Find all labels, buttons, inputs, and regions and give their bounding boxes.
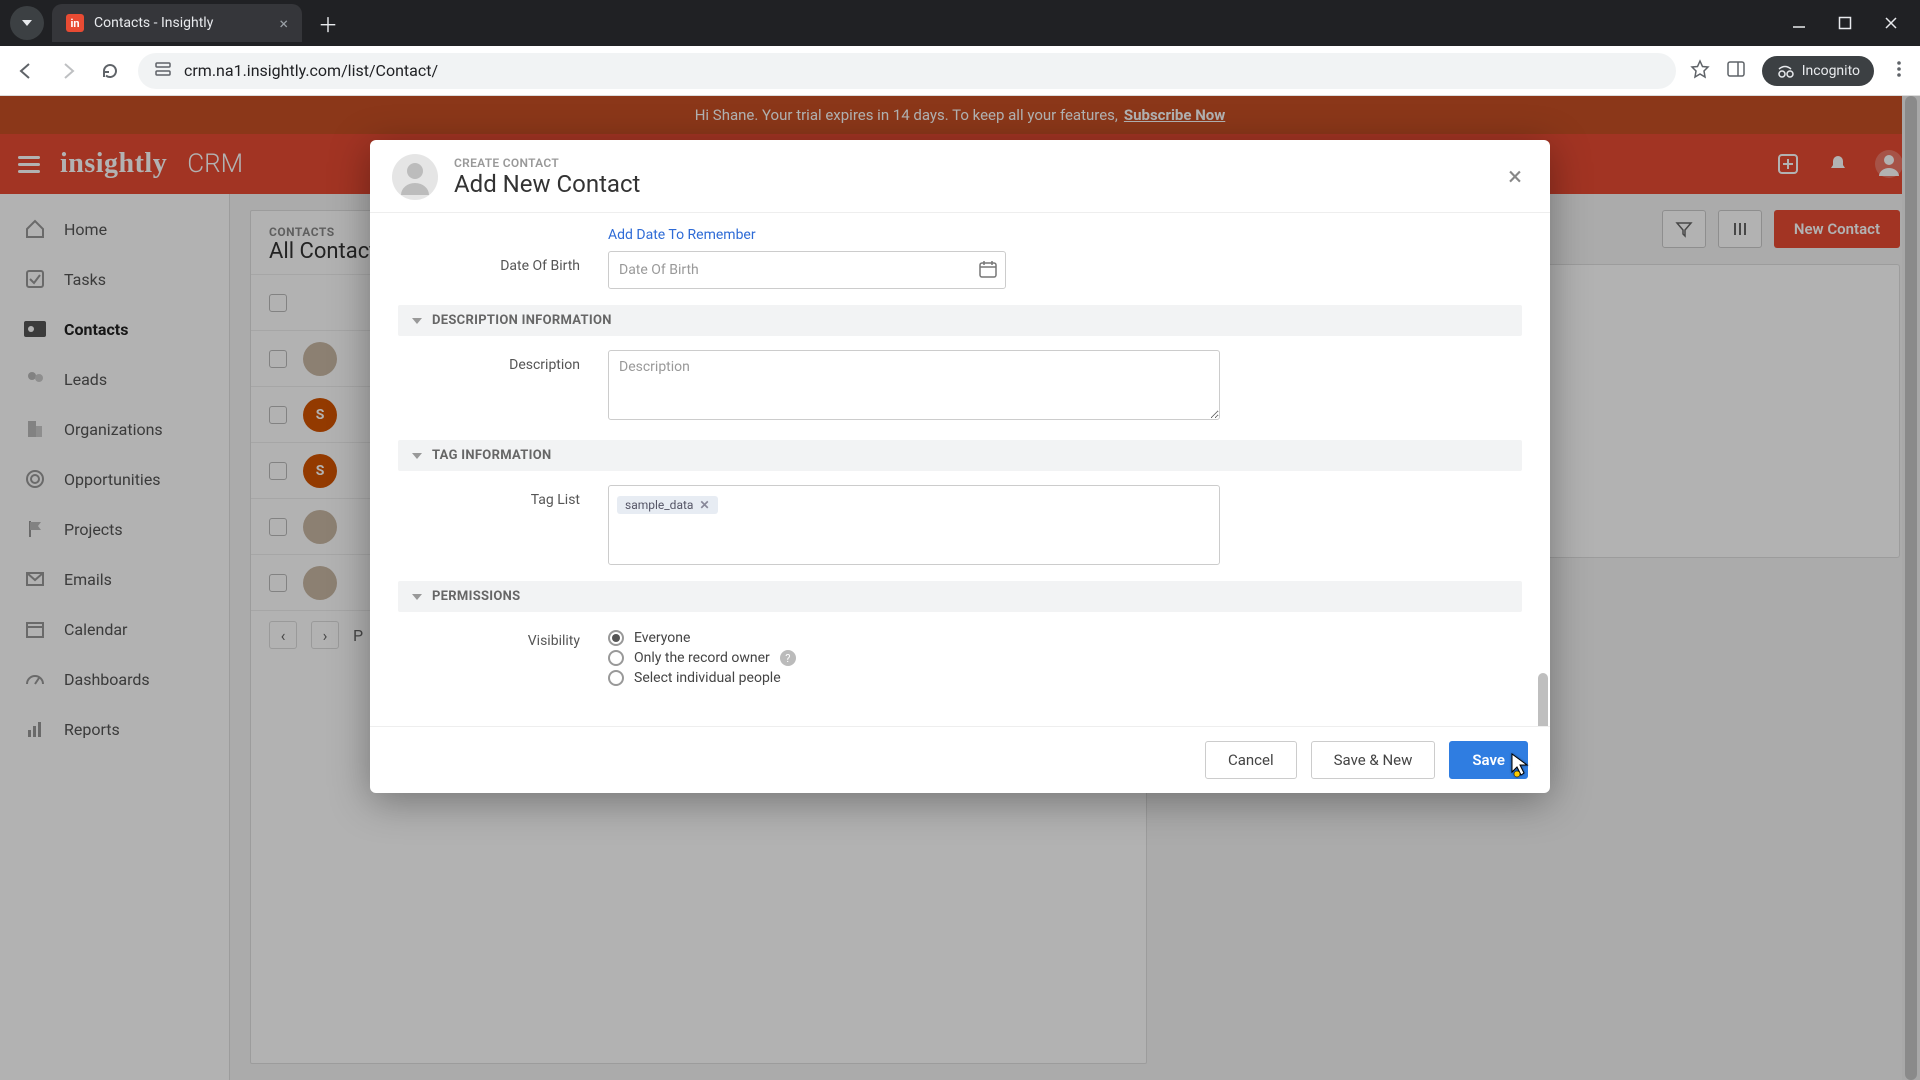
visibility-label: Visibility	[398, 626, 608, 649]
chevron-down-icon	[412, 453, 422, 459]
description-input[interactable]	[608, 350, 1220, 420]
tag-item: sample_data ✕	[617, 496, 718, 514]
tag-text: sample_data	[625, 498, 693, 512]
app-viewport: Hi Shane. Your trial expires in 14 days.…	[0, 96, 1920, 1080]
contact-avatar-icon	[392, 154, 438, 200]
help-icon[interactable]: ?	[780, 650, 796, 666]
chevron-down-icon	[412, 594, 422, 600]
browser-tabbar: in Contacts - Insightly × ＋	[0, 0, 1920, 46]
save-button-label: Save	[1472, 751, 1505, 769]
visibility-option-everyone[interactable]: Everyone	[608, 630, 796, 646]
visibility-option-owner[interactable]: Only the record owner ?	[608, 650, 796, 666]
url-text: crm.na1.insightly.com/list/Contact/	[184, 61, 438, 80]
section-tag[interactable]: TAG INFORMATION	[398, 440, 1522, 471]
browser-addressbar: crm.na1.insightly.com/list/Contact/ Inco…	[0, 46, 1920, 96]
taglist-label: Tag List	[398, 485, 608, 508]
save-and-new-button[interactable]: Save & New	[1311, 741, 1436, 779]
modal-header: CREATE CONTACT Add New Contact ×	[370, 140, 1550, 213]
incognito-label: Incognito	[1802, 63, 1860, 79]
radio-icon	[608, 650, 624, 666]
tab-search-button[interactable]	[10, 6, 44, 40]
tag-remove-button[interactable]: ✕	[699, 498, 709, 512]
calendar-icon[interactable]	[978, 259, 998, 283]
chevron-down-icon	[412, 318, 422, 324]
tab-close-button[interactable]: ×	[279, 14, 288, 33]
radio-icon	[608, 670, 624, 686]
bookmark-button[interactable]	[1690, 59, 1710, 83]
favicon-icon: in	[66, 14, 84, 32]
create-contact-modal: CREATE CONTACT Add New Contact × Add Dat…	[370, 140, 1550, 793]
dob-input[interactable]	[608, 251, 1006, 289]
cursor-icon	[1508, 752, 1534, 778]
site-settings-icon[interactable]	[154, 60, 172, 82]
add-date-link[interactable]: Add Date To Remember	[608, 227, 1522, 243]
description-label: Description	[398, 350, 608, 373]
browser-menu-button[interactable]	[1890, 60, 1908, 82]
radio-label: Select individual people	[634, 670, 781, 686]
modal-kicker: CREATE CONTACT	[454, 156, 640, 170]
modal-close-button[interactable]: ×	[1502, 160, 1528, 194]
section-description[interactable]: DESCRIPTION INFORMATION	[398, 305, 1522, 336]
incognito-icon	[1776, 62, 1794, 80]
section-permissions[interactable]: PERMISSIONS	[398, 581, 1522, 612]
maximize-button[interactable]	[1836, 14, 1854, 32]
url-bar[interactable]: crm.na1.insightly.com/list/Contact/	[138, 53, 1676, 89]
section-label: TAG INFORMATION	[432, 448, 551, 463]
incognito-badge[interactable]: Incognito	[1762, 56, 1874, 86]
panel-button[interactable]	[1726, 59, 1746, 83]
visibility-option-select[interactable]: Select individual people	[608, 670, 796, 686]
radio-icon	[608, 630, 624, 646]
back-button[interactable]	[12, 57, 40, 85]
new-tab-button[interactable]: ＋	[310, 9, 346, 38]
cancel-button[interactable]: Cancel	[1205, 741, 1297, 779]
minimize-button[interactable]	[1790, 14, 1808, 32]
modal-scrollbar[interactable]	[1538, 673, 1548, 726]
modal-overlay[interactable]: CREATE CONTACT Add New Contact × Add Dat…	[0, 96, 1920, 1080]
browser-tab[interactable]: in Contacts - Insightly ×	[52, 4, 302, 42]
tab-title: Contacts - Insightly	[94, 15, 213, 31]
section-label: DESCRIPTION INFORMATION	[432, 313, 612, 328]
radio-label: Only the record owner	[634, 650, 770, 666]
reload-button[interactable]	[96, 57, 124, 85]
tag-list-input[interactable]: sample_data ✕	[608, 485, 1220, 565]
modal-footer: Cancel Save & New Save	[370, 726, 1550, 793]
modal-title: Add New Contact	[454, 170, 640, 198]
section-label: PERMISSIONS	[432, 589, 520, 604]
modal-body: Add Date To Remember Date Of Birth DESCR…	[370, 213, 1550, 726]
window-controls	[1790, 14, 1910, 32]
save-button[interactable]: Save	[1449, 741, 1528, 779]
chevron-down-icon	[22, 20, 32, 26]
radio-label: Everyone	[634, 630, 690, 646]
close-window-button[interactable]	[1882, 14, 1900, 32]
dob-label: Date Of Birth	[398, 251, 608, 274]
forward-button[interactable]	[54, 57, 82, 85]
